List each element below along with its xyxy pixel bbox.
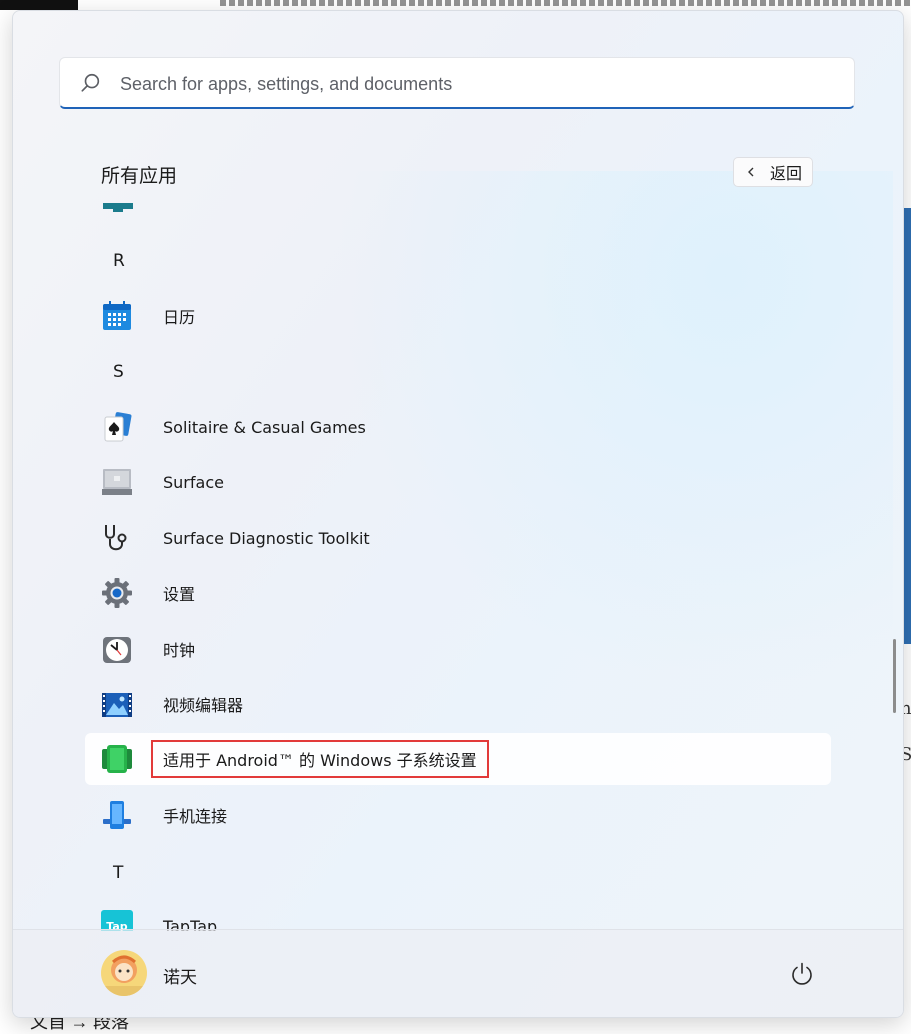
back-button[interactable]: 返回: [733, 157, 813, 187]
app-label: 手机连接: [163, 807, 228, 826]
letter-header-r[interactable]: R: [113, 251, 125, 271]
avatar-image: [101, 950, 147, 996]
phone-link-icon: [103, 801, 131, 829]
app-surface-diagnostic-toolkit[interactable]: Surface Diagnostic Toolkit: [85, 512, 831, 564]
app-taptap[interactable]: Tap TapTap: [85, 900, 831, 931]
taptap-icon: Tap: [101, 910, 133, 931]
calendar-icon: [103, 301, 131, 330]
background-dark-bar: [0, 0, 78, 10]
app-clock[interactable]: 时钟: [85, 623, 831, 675]
surface-icon: [102, 469, 132, 495]
app-label: 日历: [163, 308, 196, 327]
settings-gear-icon: [102, 578, 132, 608]
stethoscope-icon: [105, 525, 127, 551]
clock-icon: [103, 637, 131, 663]
solitaire-icon: [104, 412, 132, 442]
start-footer: 诺天: [13, 929, 903, 1017]
video-editor-icon: [102, 693, 132, 717]
app-video-editor[interactable]: 视频编辑器: [85, 678, 831, 730]
app-calendar[interactable]: 日历: [85, 290, 831, 342]
partial-app-icon: [103, 203, 133, 212]
app-windows-subsystem-for-android-settings[interactable]: 适用于 Android™ 的 Windows 子系统设置: [85, 733, 831, 785]
letter-header-s[interactable]: S: [113, 362, 124, 382]
app-settings[interactable]: 设置: [85, 567, 831, 619]
search-icon: [81, 73, 100, 92]
app-label: 设置: [163, 585, 196, 604]
app-label: Surface Diagnostic Toolkit: [163, 528, 370, 548]
power-icon[interactable]: [789, 961, 815, 987]
android-subsystem-icon: [102, 745, 132, 773]
app-label: Solitaire & Casual Games: [163, 417, 366, 437]
user-name: 诺天: [163, 968, 197, 988]
app-label: Surface: [163, 472, 224, 492]
search-box[interactable]: [59, 57, 855, 110]
search-input[interactable]: [118, 58, 822, 110]
back-button-label: 返回: [770, 164, 803, 183]
app-label: 时钟: [163, 641, 196, 660]
user-avatar[interactable]: [101, 950, 147, 996]
app-label: 适用于 Android™ 的 Windows 子系统设置: [151, 740, 489, 778]
background-text-line: [220, 0, 910, 6]
chevron-left-icon: [748, 167, 754, 177]
app-phone-link[interactable]: 手机连接: [85, 789, 831, 841]
app-solitaire[interactable]: Solitaire & Casual Games: [85, 401, 831, 453]
all-apps-list[interactable]: R 日历 S Solitaire & Casual Games Surface …: [13, 199, 903, 931]
all-apps-title: 所有应用: [101, 165, 178, 187]
app-surface[interactable]: Surface: [85, 456, 831, 508]
scrollbar-thumb[interactable]: [893, 639, 896, 713]
letter-header-t[interactable]: T: [113, 863, 123, 883]
start-menu: 所有应用 返回 R 日历 S: [12, 10, 904, 1018]
app-label: 视频编辑器: [163, 696, 244, 715]
